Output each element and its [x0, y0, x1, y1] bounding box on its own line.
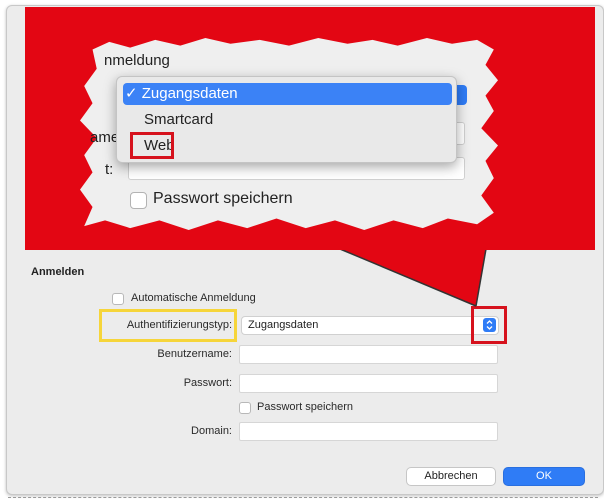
- password-field[interactable]: [239, 374, 498, 393]
- zoom-save-password-checkbox[interactable]: [130, 192, 147, 209]
- menu-item-zugangsdaten[interactable]: ✓ Zugangsdaten: [123, 83, 452, 105]
- window-bottom-edge: [8, 493, 598, 498]
- zoom-user-label-fragment: ame: [90, 129, 120, 146]
- menu-item-smartcard[interactable]: Smartcard: [144, 111, 213, 128]
- ok-button[interactable]: OK: [503, 467, 585, 486]
- auto-login-label: Automatische Anmeldung: [131, 292, 256, 304]
- username-label: Benutzername:: [157, 348, 232, 360]
- username-field[interactable]: [239, 345, 498, 364]
- zoom-save-password-label: Passwort speichern: [153, 190, 293, 207]
- screenshot-stage: Anmelden Automatische Anmeldung Authenti…: [0, 0, 604, 504]
- zoom-password-label-fragment: t:: [105, 161, 114, 178]
- cancel-button[interactable]: Abbrechen: [406, 467, 496, 486]
- domain-label: Domain:: [191, 425, 232, 437]
- save-password-checkbox[interactable]: [239, 402, 251, 414]
- web-option-highlight: [130, 132, 174, 159]
- popup-button-highlight: [471, 306, 507, 344]
- domain-field[interactable]: [239, 422, 498, 441]
- section-title: Anmelden: [31, 266, 85, 278]
- auto-login-checkbox[interactable]: [112, 293, 124, 305]
- auth-type-popup[interactable]: Zugangsdaten: [241, 316, 499, 335]
- zoom-title-fragment: nmeldung: [104, 52, 170, 69]
- password-label: Passwort:: [183, 377, 232, 389]
- save-password-label: Passwort speichern: [257, 401, 353, 413]
- auth-type-value: Zugangsdaten: [248, 319, 319, 331]
- auth-type-highlight: [99, 309, 237, 342]
